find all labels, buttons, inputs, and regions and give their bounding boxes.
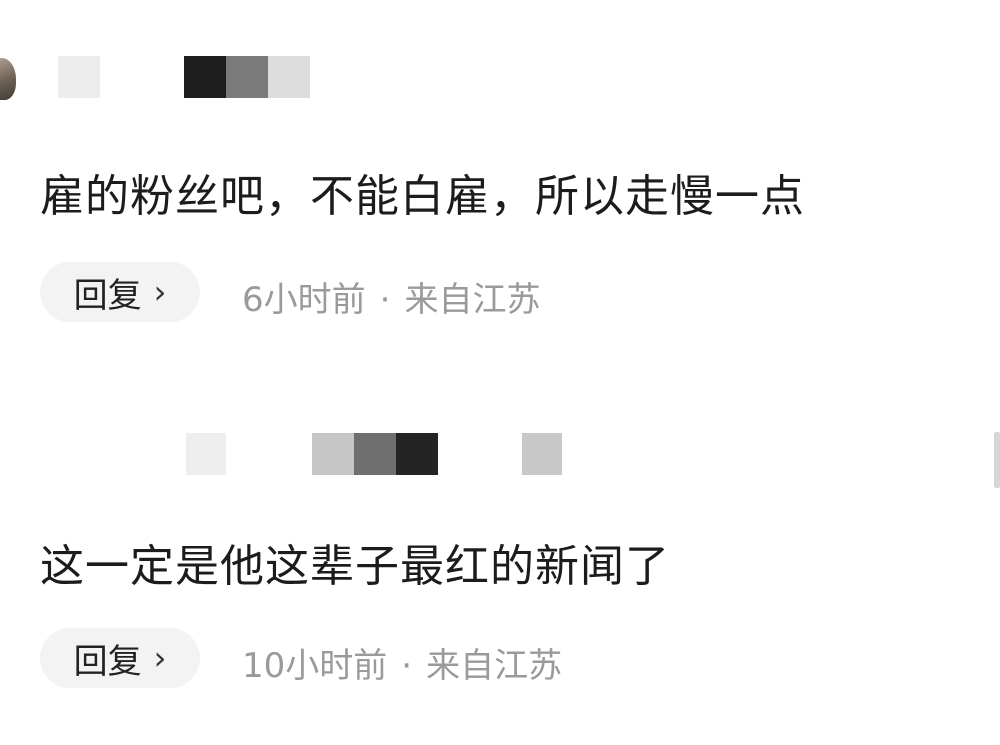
comment-text: 雇的粉丝吧，不能白雇，所以走慢一点 bbox=[40, 171, 805, 222]
comment-time: 6小时前 bbox=[242, 280, 366, 320]
mosaic-tile bbox=[100, 56, 184, 98]
meta-separator: · bbox=[379, 280, 391, 320]
meta-separator: · bbox=[401, 646, 413, 686]
chevron-right-icon: › bbox=[153, 639, 167, 677]
mosaic-tile bbox=[186, 433, 226, 475]
edge-divider bbox=[994, 432, 1000, 488]
mosaic-tile bbox=[522, 433, 562, 475]
reply-button[interactable]: 回复 › bbox=[40, 262, 200, 322]
username-mosaic[interactable] bbox=[58, 56, 310, 98]
mosaic-tile bbox=[58, 56, 100, 98]
avatar[interactable] bbox=[0, 58, 16, 100]
mosaic-tile bbox=[396, 433, 438, 475]
comment-list: 雇的粉丝吧，不能白雇，所以走慢一点 回复 › 6小时前 · 来自江苏 这一定是他这辈… bbox=[0, 0, 1000, 745]
mosaic-tile bbox=[354, 433, 396, 475]
mosaic-tile bbox=[312, 433, 354, 475]
reply-label: 回复 bbox=[73, 641, 142, 682]
comment-meta: 6小时前 · 来自江苏 bbox=[242, 272, 540, 321]
comment-time: 10小时前 bbox=[242, 646, 388, 686]
reply-button[interactable]: 回复 › bbox=[40, 628, 200, 688]
mosaic-tile bbox=[268, 56, 310, 98]
username-mosaic[interactable] bbox=[186, 433, 562, 475]
mosaic-tile bbox=[184, 56, 226, 98]
comment-location: 来自江苏 bbox=[426, 646, 563, 686]
mosaic-tile bbox=[226, 56, 268, 98]
mosaic-tile bbox=[226, 433, 312, 475]
mosaic-tile bbox=[438, 433, 522, 475]
comment-text: 这一定是他这辈子最红的新闻了 bbox=[40, 541, 670, 592]
comment-location: 来自江苏 bbox=[404, 280, 541, 320]
chevron-right-icon: › bbox=[153, 273, 167, 311]
reply-label: 回复 bbox=[73, 275, 142, 316]
comment-meta: 10小时前 · 来自江苏 bbox=[242, 638, 562, 687]
